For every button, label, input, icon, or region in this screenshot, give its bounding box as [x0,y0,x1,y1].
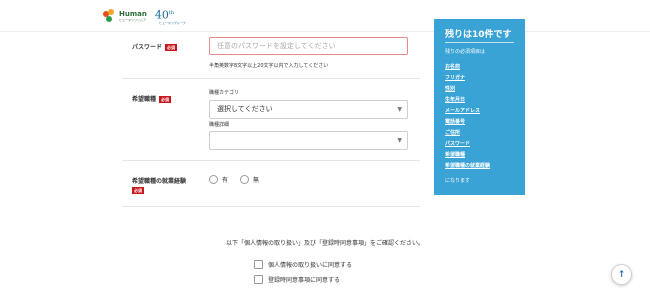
field-link-phone[interactable]: 電話番号 [445,117,490,128]
job-category-select[interactable]: 選択してください ▼ [209,100,408,119]
radio-button[interactable] [240,175,250,184]
remaining-field-links: お名前 フリガナ 性別 生年月日 メールアドレス 電話番号 ご住所 パスワード … [445,62,490,172]
radio-label: 有 [222,177,229,184]
logo-subtext: ヒューマンリソシア [119,17,147,22]
scroll-to-top-button[interactable]: ↑ [611,264,632,285]
arrow-up-icon: ↑ [617,269,626,280]
password-help-text: 半角英数字8文字以上20文字以内で入力してください [209,63,329,69]
experience-radio-group: 有 無 [209,175,271,184]
terms-consent-label: 登録時同意事項に同意する [268,277,341,284]
privacy-consent[interactable]: 個人情報の取り扱いに同意する [254,260,352,269]
job-detail-select[interactable]: ▼ [209,131,408,150]
required-badge: 必須 [159,96,172,103]
field-link-job[interactable]: 希望職種 [445,150,490,161]
experience-label: 希望職種の就業経験 必須 [132,178,187,194]
field-link-password[interactable]: パスワード [445,139,490,150]
divider [445,42,514,43]
logo[interactable]: Human ヒューマンリソシア 40th ヒューマングループ [103,8,186,25]
job-category-label: 職種カテゴリ [209,90,240,96]
field-link-birthdate[interactable]: 生年月日 [445,95,490,106]
field-link-email[interactable]: メールアドレス [445,106,490,117]
required-badge: 必須 [165,44,178,51]
job-detail-label: 職種詳細 [209,122,230,128]
field-link-experience[interactable]: 希望職種の就業経験 [445,161,490,172]
logo-text: Human [119,9,147,18]
radio-button[interactable] [209,175,218,184]
remaining-intro: 残りの必須項目は [445,49,486,55]
logo-mark-icon [103,9,117,23]
terms-consent[interactable]: 登録時同意事項に同意する [254,275,340,284]
remaining-count-title: 残りは10件です [445,30,512,40]
field-link-furigana[interactable]: フリガナ [445,73,490,84]
field-link-name[interactable]: お名前 [445,62,490,73]
anniversary-subtext: ヒューマングループ [158,20,186,25]
privacy-checkbox[interactable] [254,260,263,269]
field-link-address[interactable]: ご住所 [445,128,490,139]
remaining-outro: になります [445,178,471,184]
registration-page: Human ヒューマンリソシア 40th ヒューマングループ パスワード 必須 任… [0,0,650,297]
job-label: 希望職種 必須 [132,96,172,103]
chevron-down-icon: ▼ [397,137,402,144]
field-link-gender[interactable]: 性別 [445,84,490,95]
experience-row: 希望職種の就業経験 必須 有 無 [122,161,420,207]
chevron-down-icon: ▼ [397,106,402,113]
site-header: Human ヒューマンリソシア 40th ヒューマングループ [0,0,650,32]
remaining-fields-panel: 残りは10件です 残りの必須項目は お名前 フリガナ 性別 生年月日 メールアド… [434,19,525,195]
terms-checkbox[interactable] [254,275,263,284]
required-badge: 必須 [132,187,144,194]
radio-label: 無 [253,177,260,184]
anniversary-mark: 40th [154,8,175,22]
job-row: 希望職種 必須 職種カテゴリ 選択してください ▼ 職種詳細 ▼ [122,79,420,161]
radio-option-yes[interactable]: 有 [209,175,228,184]
password-input[interactable]: 任意のパスワードを設定してください [209,37,408,55]
consent-notice: 以下「個人情報の取り扱い」及び「登録時同意事項」をご確認ください。 [225,240,424,247]
radio-option-no[interactable]: 無 [240,175,259,184]
password-row: パスワード 必須 任意のパスワードを設定してください 半角英数字8文字以上20文字… [122,32,420,79]
privacy-consent-label: 個人情報の取り扱いに同意する [268,262,353,269]
password-label: パスワード 必須 [132,44,178,51]
